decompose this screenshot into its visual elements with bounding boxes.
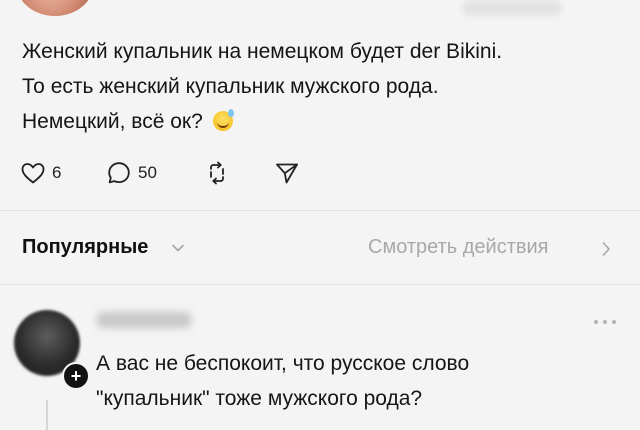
like-button[interactable]: 6 [20,158,61,188]
section-divider [0,210,640,211]
share-button[interactable] [274,158,300,188]
repost-icon [210,161,224,185]
post-author-avatar[interactable] [16,0,94,16]
section-divider [0,284,640,285]
plus-icon[interactable]: + [62,362,90,390]
repost-button[interactable] [204,158,230,188]
chevron-right-icon[interactable] [598,240,614,258]
post-author-meta-blurred [462,0,562,16]
comment-text: А вас не беспокоит, что русское слово "к… [96,346,626,416]
comment-bubble-icon [108,162,130,184]
post-line: То есть женский купальник мужского рода. [22,75,439,98]
more-dots-icon[interactable] [592,318,618,326]
comment-button[interactable]: 50 [106,158,157,188]
post-line: Женский купальник на немецком будет der … [22,40,503,63]
like-count: 6 [52,163,62,182]
heart-icon [21,163,45,184]
post-text: Женский купальник на немецком будет der … [22,34,622,139]
comment-author-name-blurred [96,312,192,328]
thread-line [46,400,48,430]
sort-selector-label[interactable]: Популярные [22,236,148,259]
comment-line: "купальник" тоже мужского рода? [96,387,423,410]
view-actions-link[interactable]: Смотреть действия [368,236,549,259]
comment-count: 50 [138,163,157,182]
comment-line: А вас не беспокоит, что русское слово [96,352,470,375]
post-line-text: Немецкий, всё ок? [22,110,203,133]
send-icon [276,163,298,184]
sweat-smile-emoji-icon [212,109,234,131]
chevron-down-icon[interactable] [170,240,186,256]
post-line: Немецкий, всё ок? [22,104,622,139]
